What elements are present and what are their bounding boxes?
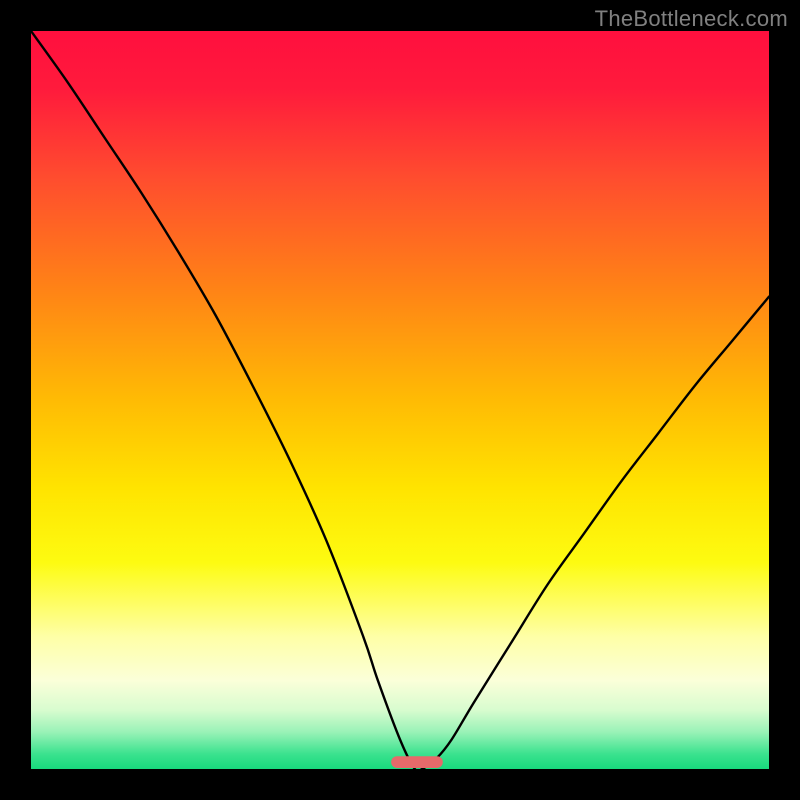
chart-container: TheBottleneck.com [0, 0, 800, 800]
plot-area [31, 31, 769, 769]
chart-svg [31, 31, 769, 769]
watermark-text: TheBottleneck.com [595, 6, 788, 32]
optimum-marker [391, 756, 443, 768]
gradient-bg [31, 31, 769, 769]
